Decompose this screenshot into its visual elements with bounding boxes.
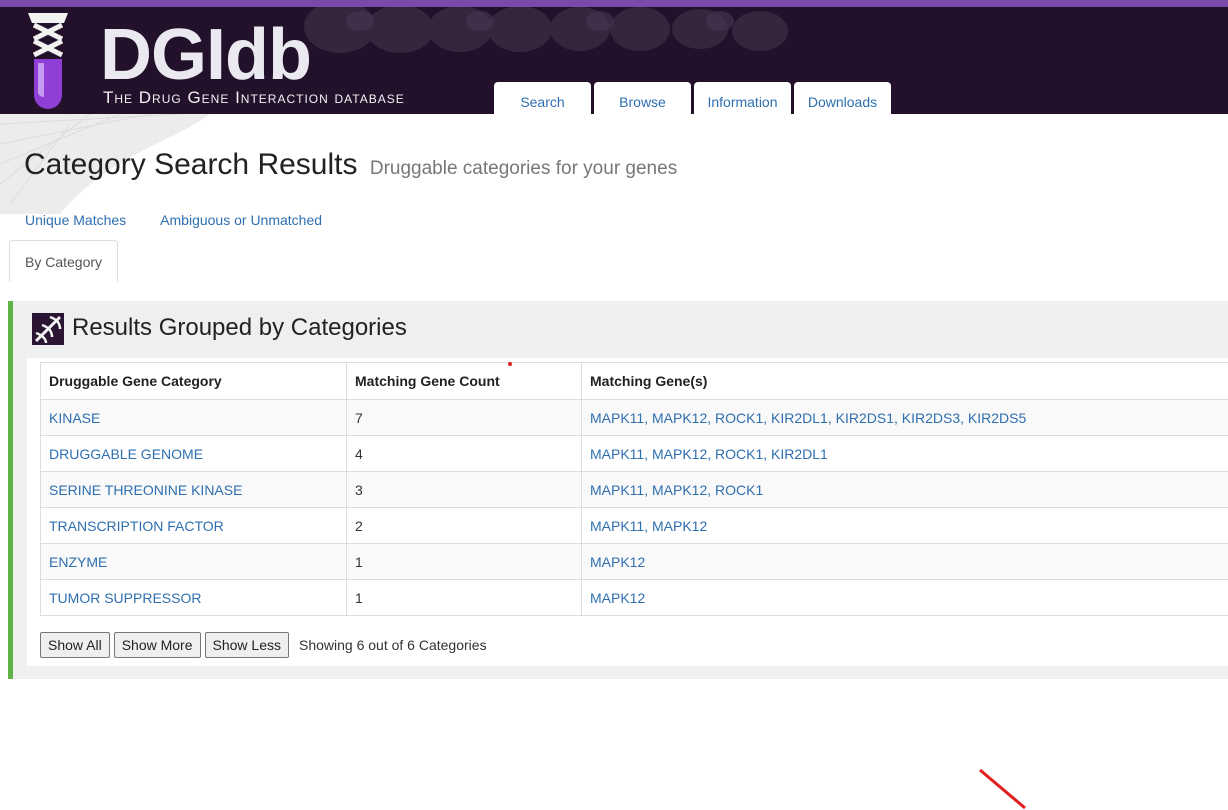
table-row: DRUGGABLE GENOME 4 MAPK11, MAPK12, ROCK1… [41, 436, 1228, 472]
tab-ambiguous-unmatched[interactable]: Ambiguous or Unmatched [160, 212, 322, 228]
gene-count: 1 [347, 544, 582, 580]
tab-by-category[interactable]: By Category [9, 240, 118, 282]
gene-count: 4 [347, 436, 582, 472]
page-title-text: Category Search Results [24, 148, 358, 181]
logo-subtitle: The Drug Gene Interaction database [103, 88, 405, 108]
table-header-row: Druggable Gene Category Matching Gene Co… [41, 363, 1228, 400]
results-table: Druggable Gene Category Matching Gene Co… [40, 362, 1228, 616]
category-link[interactable]: KINASE [49, 410, 100, 426]
table-row: ENZYME 1 MAPK12 [41, 544, 1228, 580]
gene-links[interactable]: MAPK11, MAPK12, ROCK1, KIR2DL1, KIR2DS1,… [590, 410, 1026, 426]
page-subtitle: Druggable categories for your genes [370, 158, 677, 179]
dna-icon [32, 313, 64, 345]
gene-count: 7 [347, 400, 582, 436]
category-link[interactable]: ENZYME [49, 554, 107, 570]
show-more-button[interactable]: Show More [114, 632, 201, 658]
header-count: Matching Gene Count [347, 363, 582, 400]
gene-count: 2 [347, 508, 582, 544]
nav-tab-information[interactable]: Information [694, 82, 791, 114]
table-row: SERINE THREONINE KINASE 3 MAPK11, MAPK12… [41, 472, 1228, 508]
showing-count-text: Showing 6 out of 6 Categories [299, 637, 487, 653]
main-nav: Search Browse Information Downloads [494, 82, 894, 114]
gene-count: 3 [347, 472, 582, 508]
nav-tab-search[interactable]: Search [494, 82, 591, 114]
page-title: Category Search Results Druggable catego… [24, 148, 677, 182]
pagination-controls: Show All Show More Show Less Showing 6 o… [40, 632, 487, 658]
show-all-button[interactable]: Show All [40, 632, 110, 658]
logo-title[interactable]: DGIdb [100, 15, 311, 95]
category-link[interactable]: SERINE THREONINE KINASE [49, 482, 242, 498]
gene-links[interactable]: MAPK11, MAPK12, ROCK1 [590, 482, 763, 498]
results-panel: Results Grouped by Categories Druggable … [8, 301, 1228, 679]
gene-links[interactable]: MAPK11, MAPK12 [590, 518, 707, 534]
test-tube-logo-icon [22, 9, 74, 113]
category-link[interactable]: DRUGGABLE GENOME [49, 446, 203, 462]
annotation-dot [508, 362, 512, 366]
show-less-button[interactable]: Show Less [205, 632, 289, 658]
table-row: TRANSCRIPTION FACTOR 2 MAPK11, MAPK12 [41, 508, 1228, 544]
panel-title: Results Grouped by Categories [72, 314, 407, 342]
gene-links[interactable]: MAPK12 [590, 590, 645, 606]
table-row: KINASE 7 MAPK11, MAPK12, ROCK1, KIR2DL1,… [41, 400, 1228, 436]
nav-tab-downloads[interactable]: Downloads [794, 82, 891, 114]
header-genes: Matching Gene(s) [582, 363, 1228, 400]
category-link[interactable]: TRANSCRIPTION FACTOR [49, 518, 224, 534]
category-link[interactable]: TUMOR SUPPRESSOR [49, 590, 201, 606]
site-header: DGIdb The Drug Gene Interaction database… [0, 0, 1228, 114]
gene-links[interactable]: MAPK12 [590, 554, 645, 570]
table-row: TUMOR SUPPRESSOR 1 MAPK12 [41, 580, 1228, 616]
nav-tab-browse[interactable]: Browse [594, 82, 691, 114]
tab-unique-matches[interactable]: Unique Matches [25, 212, 126, 228]
gene-count: 1 [347, 580, 582, 616]
header-category: Druggable Gene Category [41, 363, 347, 400]
gene-links[interactable]: MAPK11, MAPK12, ROCK1, KIR2DL1 [590, 446, 828, 462]
annotation-stroke [970, 760, 1040, 810]
result-tabs: Unique Matches Ambiguous or Unmatched [25, 212, 356, 228]
results-table-container: Druggable Gene Category Matching Gene Co… [27, 358, 1228, 666]
